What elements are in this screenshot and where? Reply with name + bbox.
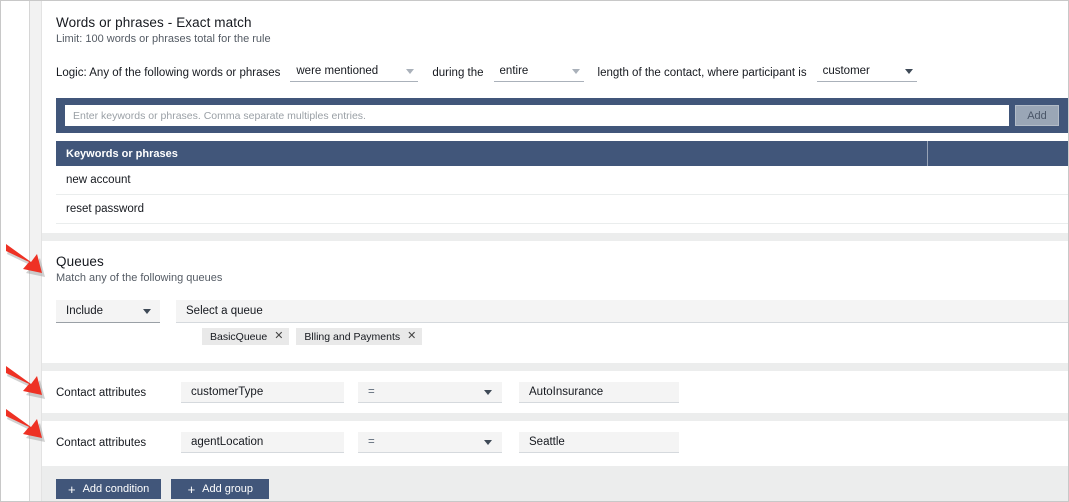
chevron-down-icon — [143, 309, 151, 314]
close-icon[interactable]: ✕ — [274, 331, 283, 342]
mentioned-dropdown-value: were mentioned — [296, 65, 379, 77]
keyword-cell: new account — [66, 174, 131, 186]
close-icon[interactable]: ✕ — [407, 331, 416, 342]
queue-chip[interactable]: BasicQueue ✕ — [202, 328, 290, 345]
keyword-entry-bar: Enter keywords or phrases. Comma separat… — [56, 98, 1068, 133]
words-section-subtitle: Limit: 100 words or phrases total for th… — [56, 33, 271, 45]
attribute-key-input[interactable]: customerType — [181, 382, 344, 403]
screenshot-root: Words or phrases - Exact match Limit: 10… — [0, 0, 1069, 502]
selected-queue-chips: BasicQueue ✕ Blling and Payments ✕ — [202, 328, 423, 345]
participant-dropdown[interactable]: customer — [816, 61, 917, 82]
queue-chip-label: BasicQueue — [210, 330, 268, 343]
attribute-operator-dropdown[interactable]: = — [358, 382, 502, 403]
chevron-down-icon — [484, 390, 492, 395]
chevron-down-icon — [406, 69, 415, 74]
queue-select-placeholder: Select a queue — [186, 305, 263, 317]
add-group-label: Add group — [202, 483, 253, 495]
logic-row: Logic: Any of the following words or phr… — [56, 61, 1058, 82]
add-keyword-button[interactable]: Add — [1015, 105, 1059, 126]
queues-section: Queues Match any of the following queues… — [42, 241, 1068, 363]
contact-attribute-label: Contact attributes — [56, 386, 147, 399]
queue-include-value: Include — [66, 305, 104, 317]
participant-dropdown-value: customer — [822, 65, 870, 77]
annotation-arrow — [6, 241, 64, 285]
queues-section-title: Queues — [56, 254, 104, 269]
during-label: during the — [432, 67, 484, 79]
contact-attribute-row: Contact attributes agentLocation = Seatt… — [56, 432, 1058, 453]
table-row[interactable]: reset password — [56, 195, 1068, 224]
chevron-down-icon — [571, 69, 580, 74]
length-label: length of the contact, where participant… — [597, 67, 807, 79]
duration-dropdown[interactable]: entire — [493, 61, 584, 82]
attribute-operator-value: = — [368, 436, 375, 448]
queues-section-header: Queues Match any of the following queues — [56, 254, 222, 284]
contact-attribute-section: Contact attributes agentLocation = Seatt… — [42, 421, 1068, 466]
add-condition-label: Add condition — [82, 483, 150, 495]
words-or-phrases-section: Words or phrases - Exact match Limit: 10… — [42, 1, 1068, 233]
annotation-arrow — [6, 363, 64, 407]
chevron-down-icon — [484, 440, 492, 445]
contact-attribute-row: Contact attributes customerType = AutoIn… — [56, 382, 1058, 403]
annotation-arrow — [6, 406, 64, 450]
plus-icon: + — [187, 481, 196, 497]
attribute-value-input[interactable]: Seattle — [519, 432, 679, 453]
contact-attribute-label: Contact attributes — [56, 436, 147, 449]
attribute-operator-value: = — [368, 386, 375, 398]
words-section-header: Words or phrases - Exact match Limit: 10… — [56, 15, 271, 45]
attribute-operator-dropdown[interactable]: = — [358, 432, 502, 453]
keyword-cell: reset password — [66, 203, 144, 215]
keywords-column-header: Keywords or phrases — [56, 141, 928, 166]
keywords-actions-column-header — [928, 141, 1068, 166]
add-condition-button[interactable]: + Add condition — [56, 479, 162, 499]
queues-section-subtitle: Match any of the following queues — [56, 272, 223, 284]
queue-include-dropdown[interactable]: Include — [56, 300, 160, 323]
rule-conditions-card: Words or phrases - Exact match Limit: 10… — [42, 1, 1068, 501]
queue-chip-label: Blling and Payments — [304, 330, 401, 343]
keywords-table-header: Keywords or phrases — [56, 141, 1068, 166]
queue-selector-row: Include Select a queue — [56, 300, 1068, 323]
queue-chip[interactable]: Blling and Payments ✕ — [296, 328, 423, 345]
attribute-key-input[interactable]: agentLocation — [181, 432, 344, 453]
contact-attribute-section: Contact attributes customerType = AutoIn… — [42, 371, 1068, 413]
add-group-button[interactable]: + Add group — [171, 479, 270, 499]
words-section-title: Words or phrases - Exact match — [56, 15, 252, 30]
logic-prefix-label: Logic: Any of the following words or phr… — [56, 67, 281, 79]
table-row[interactable]: new account — [56, 166, 1068, 195]
mentioned-dropdown[interactable]: were mentioned — [290, 61, 419, 82]
chevron-down-icon — [904, 69, 913, 74]
attribute-value-input[interactable]: AutoInsurance — [519, 382, 679, 403]
plus-icon: + — [68, 481, 76, 497]
keyword-input[interactable]: Enter keywords or phrases. Comma separat… — [65, 105, 1009, 126]
conditions-footer: + Add condition + Add group — [56, 479, 270, 499]
duration-dropdown-value: entire — [499, 65, 529, 77]
queue-select-input[interactable]: Select a queue — [176, 300, 1068, 323]
